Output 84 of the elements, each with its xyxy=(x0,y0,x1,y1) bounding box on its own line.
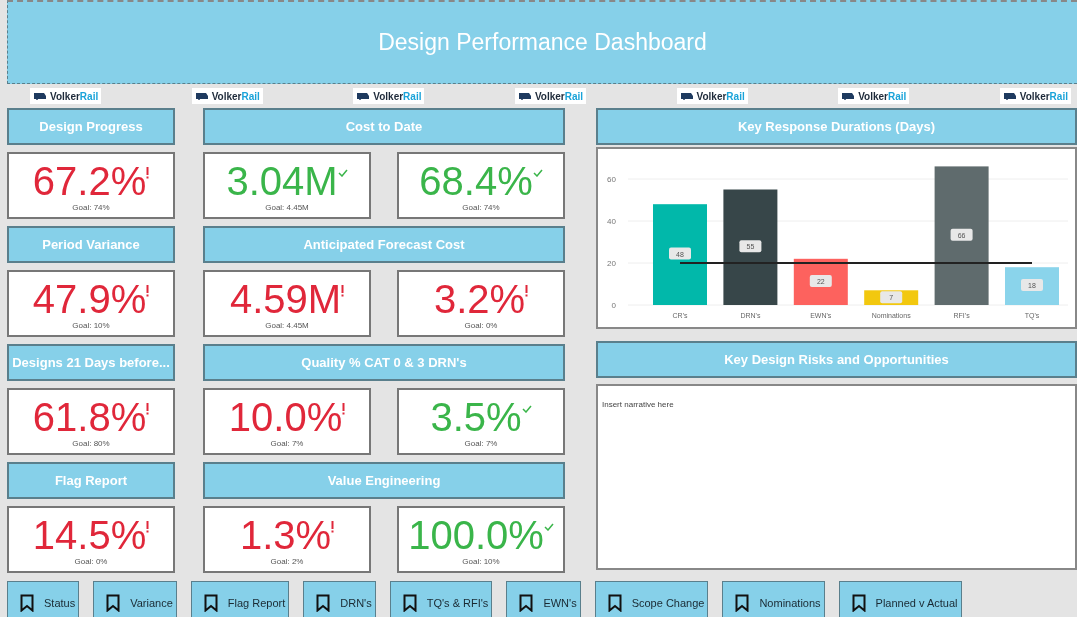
alert-icon xyxy=(525,284,529,297)
bookmark-icon xyxy=(106,594,121,612)
alert-icon xyxy=(146,402,150,415)
kpi-value: 3.04M xyxy=(226,158,338,203)
axis-tick-label: 20 xyxy=(607,259,616,268)
kpi-value: 10.0% xyxy=(228,394,343,439)
goal-text: Goal: 10% xyxy=(72,320,110,331)
logo-text: VolkerRail xyxy=(211,89,260,104)
bookmark-button[interactable]: Flag Report xyxy=(190,581,290,617)
narrative-text[interactable]: Insert narrative here xyxy=(602,400,674,409)
kpi-value: 14.5% xyxy=(32,512,147,557)
train-logo-icon xyxy=(356,92,371,100)
bookmark-icon xyxy=(402,594,417,612)
section-header: Key Design Risks and Opportunities xyxy=(596,341,1077,378)
alert-icon xyxy=(341,284,345,297)
alert-icon xyxy=(342,402,346,415)
goal-text: Goal: 2% xyxy=(270,556,304,567)
goal-text: Goal: 4.45M xyxy=(265,320,309,331)
train-logo-icon xyxy=(33,92,47,100)
check-icon xyxy=(521,404,532,413)
logo-text: VolkerRail xyxy=(696,89,745,104)
kpi-value: 67.2% xyxy=(32,158,147,203)
section-header: Designs 21 Days before... xyxy=(7,344,175,381)
bookmark-button[interactable]: Variance xyxy=(93,581,177,617)
bookmark-button[interactable]: DRN's xyxy=(303,581,376,617)
axis-tick-label: 0 xyxy=(611,301,616,310)
check-icon xyxy=(532,168,543,177)
kpi-value: 3.5% xyxy=(430,394,522,439)
section-header: Cost to Date xyxy=(203,108,565,145)
kpi-value: 4.59M xyxy=(229,276,342,321)
kpi-value: 3.2% xyxy=(433,276,526,321)
logo-text: VolkerRail xyxy=(1019,89,1068,104)
dashboard-title: Design Performance Dashboard xyxy=(378,28,707,58)
alert-icon xyxy=(146,520,150,533)
section-header: Design Progress xyxy=(7,108,175,145)
bookmark-button[interactable]: EWN's xyxy=(506,581,581,617)
bookmark-button[interactable]: Planned v Actual xyxy=(838,581,962,617)
train-logo-icon xyxy=(1002,92,1017,100)
goal-text: Goal: 4.45M xyxy=(265,202,309,213)
kpi-value: 100.0% xyxy=(408,512,544,557)
bookmark-icon xyxy=(203,594,218,612)
section-header: Flag Report xyxy=(7,462,175,499)
train-logo-icon xyxy=(194,92,209,100)
chart-title-bar: Key Response Durations (Days) xyxy=(596,108,1077,145)
bookmark-icon xyxy=(519,594,534,612)
check-icon xyxy=(543,522,554,531)
axis-tick-label: 60 xyxy=(607,175,616,184)
train-logo-icon xyxy=(679,92,694,100)
train-logo-icon xyxy=(517,92,532,100)
logo-text: VolkerRail xyxy=(50,89,99,104)
goal-text: Goal: 80% xyxy=(72,438,110,449)
goal-text: Goal: 7% xyxy=(270,438,304,449)
kpi-value: 1.3% xyxy=(239,512,332,557)
bookmark-icon xyxy=(316,594,331,612)
goal-text: Goal: 0% xyxy=(464,320,498,331)
goal-text: Goal: 10% xyxy=(462,556,500,567)
section-header: Period Variance xyxy=(7,226,175,263)
kpi-value: 47.9% xyxy=(32,276,147,321)
check-icon xyxy=(337,168,348,177)
goal-text: Goal: 74% xyxy=(72,202,110,213)
bookmark-button[interactable]: Status xyxy=(7,581,80,617)
bookmark-icon xyxy=(735,594,750,612)
axis-tick-label: 40 xyxy=(607,217,616,226)
logo-text: VolkerRail xyxy=(858,89,907,104)
section-header: Value Engineering xyxy=(203,462,565,499)
goal-text: Goal: 74% xyxy=(462,202,500,213)
goal-text: Goal: 7% xyxy=(464,438,498,449)
alert-icon xyxy=(146,166,150,179)
bookmark-icon xyxy=(20,594,34,612)
section-header: Anticipated Forecast Cost xyxy=(203,226,565,263)
goal-text: Goal: 0% xyxy=(74,556,108,567)
bookmark-button[interactable]: Nominations xyxy=(722,581,825,617)
kpi-value: 68.4% xyxy=(419,158,533,203)
train-logo-icon xyxy=(841,92,856,100)
alert-icon xyxy=(331,520,335,533)
section-header: Quality % CAT 0 & 3 DRN's xyxy=(203,344,565,381)
bookmark-icon xyxy=(607,594,622,612)
bookmark-button[interactable]: TQ's & RFI's xyxy=(389,581,493,617)
kpi-value: 61.8% xyxy=(32,394,147,439)
alert-icon xyxy=(146,284,150,297)
logo-text: VolkerRail xyxy=(534,89,584,104)
logo-text: VolkerRail xyxy=(373,89,422,104)
bookmark-button[interactable]: Scope Change xyxy=(594,581,709,617)
bookmark-icon xyxy=(851,594,866,612)
